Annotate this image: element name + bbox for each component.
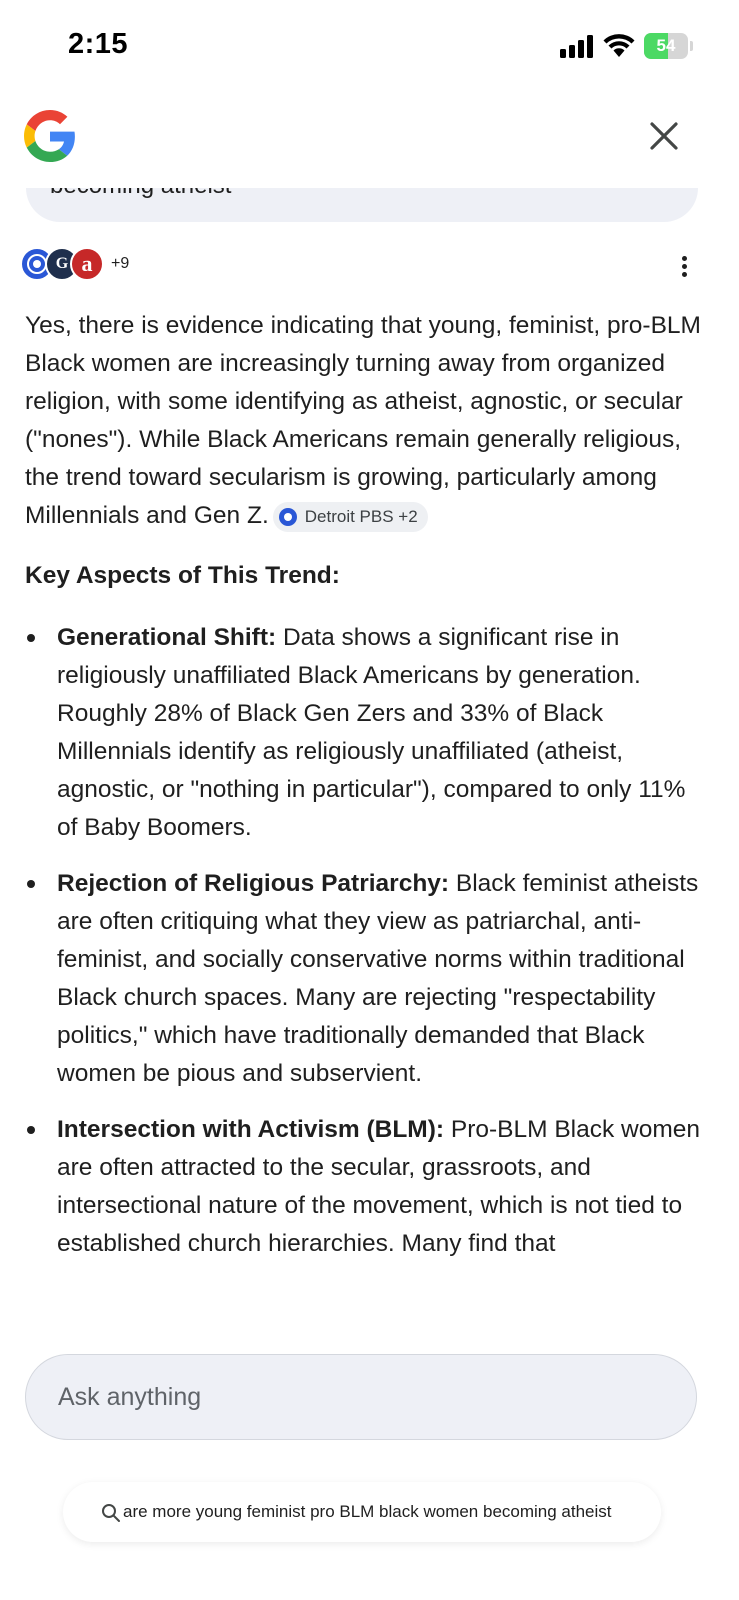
- answer-viewport: Yes, there is evidence indicating that y…: [0, 300, 739, 1340]
- sources-row[interactable]: G a +9: [20, 247, 129, 281]
- list-item: Generational Shift: Data shows a signifi…: [25, 619, 705, 847]
- bottom-search-text[interactable]: are more young feminist pro BLM black wo…: [123, 1502, 633, 1522]
- bullet-text: Data shows a significant rise in religio…: [57, 624, 686, 841]
- ask-input[interactable]: [56, 1355, 660, 1440]
- battery-tip: [690, 41, 693, 51]
- ask-box[interactable]: [25, 1354, 697, 1440]
- user-query-text: becoming atheist: [50, 188, 231, 200]
- list-item: Intersection with Activism (BLM): Pro-BL…: [25, 1111, 705, 1263]
- list-item: Rejection of Religious Patriarchy: Black…: [25, 865, 705, 1093]
- bullet-title: Rejection of Religious Patriarchy:: [57, 870, 450, 897]
- section-heading: Key Aspects of This Trend:: [25, 562, 340, 589]
- close-icon[interactable]: [642, 114, 686, 158]
- wifi-icon: [603, 34, 635, 57]
- battery-icon: 54: [644, 33, 688, 59]
- citation-chip-label: Detroit PBS +2: [304, 507, 418, 526]
- bullet-title: Generational Shift:: [57, 624, 277, 651]
- answer-intro: Yes, there is evidence indicating that y…: [25, 307, 705, 535]
- bullet-text: Black feminist atheists are often critiq…: [57, 870, 699, 1087]
- battery-percent: 54: [656, 36, 676, 55]
- google-g-icon[interactable]: [24, 110, 76, 162]
- query-bubble-clip: becoming atheist: [0, 188, 739, 222]
- bullet-title: Intersection with Activism (BLM):: [57, 1116, 445, 1143]
- more-vert-icon[interactable]: [672, 252, 696, 280]
- text-fade: [611, 1482, 661, 1542]
- pbs-icon: [278, 508, 297, 526]
- aspects-list: Generational Shift: Data shows a signifi…: [25, 619, 705, 1263]
- citation-chip[interactable]: Detroit PBS +2: [272, 502, 428, 532]
- sources-more-count[interactable]: +9: [111, 255, 129, 273]
- user-query-bubble: becoming atheist: [26, 188, 698, 222]
- source-article-icon[interactable]: a: [70, 247, 104, 281]
- cellular-signal-icon: [560, 34, 594, 58]
- ai-answer: Yes, there is evidence indicating that y…: [25, 307, 705, 1281]
- status-bar: 2:15 54: [0, 0, 739, 90]
- status-time: 2:15: [68, 28, 129, 60]
- search-icon: [102, 1504, 120, 1522]
- bottom-search-pill[interactable]: are more young feminist pro BLM black wo…: [63, 1482, 661, 1542]
- answer-intro-text: Yes, there is evidence indicating that y…: [25, 312, 701, 529]
